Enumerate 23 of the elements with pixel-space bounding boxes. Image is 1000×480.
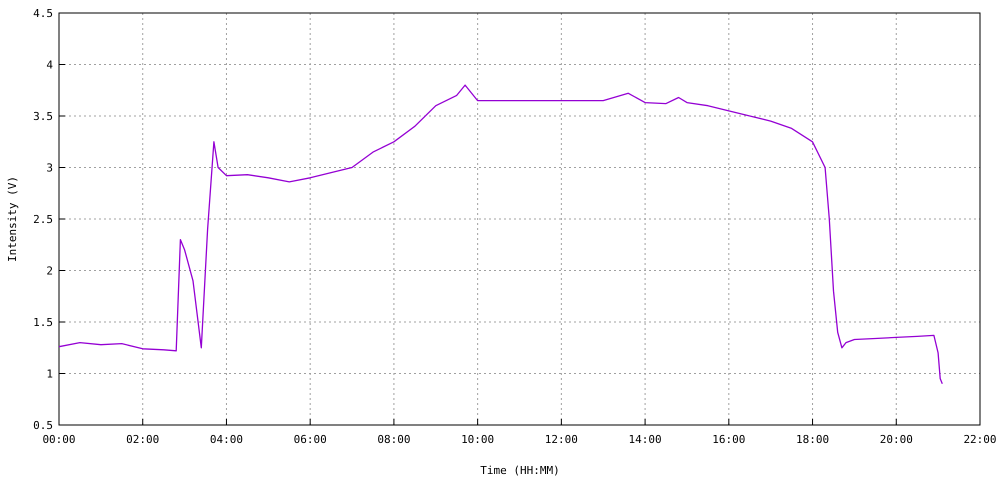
axis-tick-label: 1.5 xyxy=(33,316,53,329)
axis-tick-label: 02:00 xyxy=(126,433,160,446)
axis-tick-label: 04:00 xyxy=(210,433,244,446)
axis-tick-label: 16:00 xyxy=(712,433,746,446)
y-axis-title: Intensity (V) xyxy=(6,176,19,262)
axis-tick-label: 0.5 xyxy=(33,419,53,432)
axis-tick-label: 3.5 xyxy=(33,110,53,123)
x-axis-title: Time (HH:MM) xyxy=(480,464,560,477)
axis-tick-label: 20:00 xyxy=(880,433,913,446)
axis-tick-label: 18:00 xyxy=(796,433,830,446)
axis-tick-label: 06:00 xyxy=(294,433,327,446)
axis-tick-label: 14:00 xyxy=(628,433,662,446)
axis-tick-label: 4.5 xyxy=(33,7,53,20)
axis-tick-label: 12:00 xyxy=(544,433,578,446)
axis-tick-label: 08:00 xyxy=(377,433,410,446)
axis-tick-label: 3 xyxy=(46,162,53,174)
axis-tick-label: 2 xyxy=(46,264,53,278)
axis-tick-label: 2.5 xyxy=(33,213,53,226)
axis-tick-label: 22:00 xyxy=(963,433,997,446)
axis-tick-label: 1 xyxy=(46,368,53,380)
axis-tick-label: 00:00 xyxy=(42,433,76,446)
axis-tick-label: 4 xyxy=(46,58,53,72)
axis-tick-label: 10:00 xyxy=(461,433,494,446)
